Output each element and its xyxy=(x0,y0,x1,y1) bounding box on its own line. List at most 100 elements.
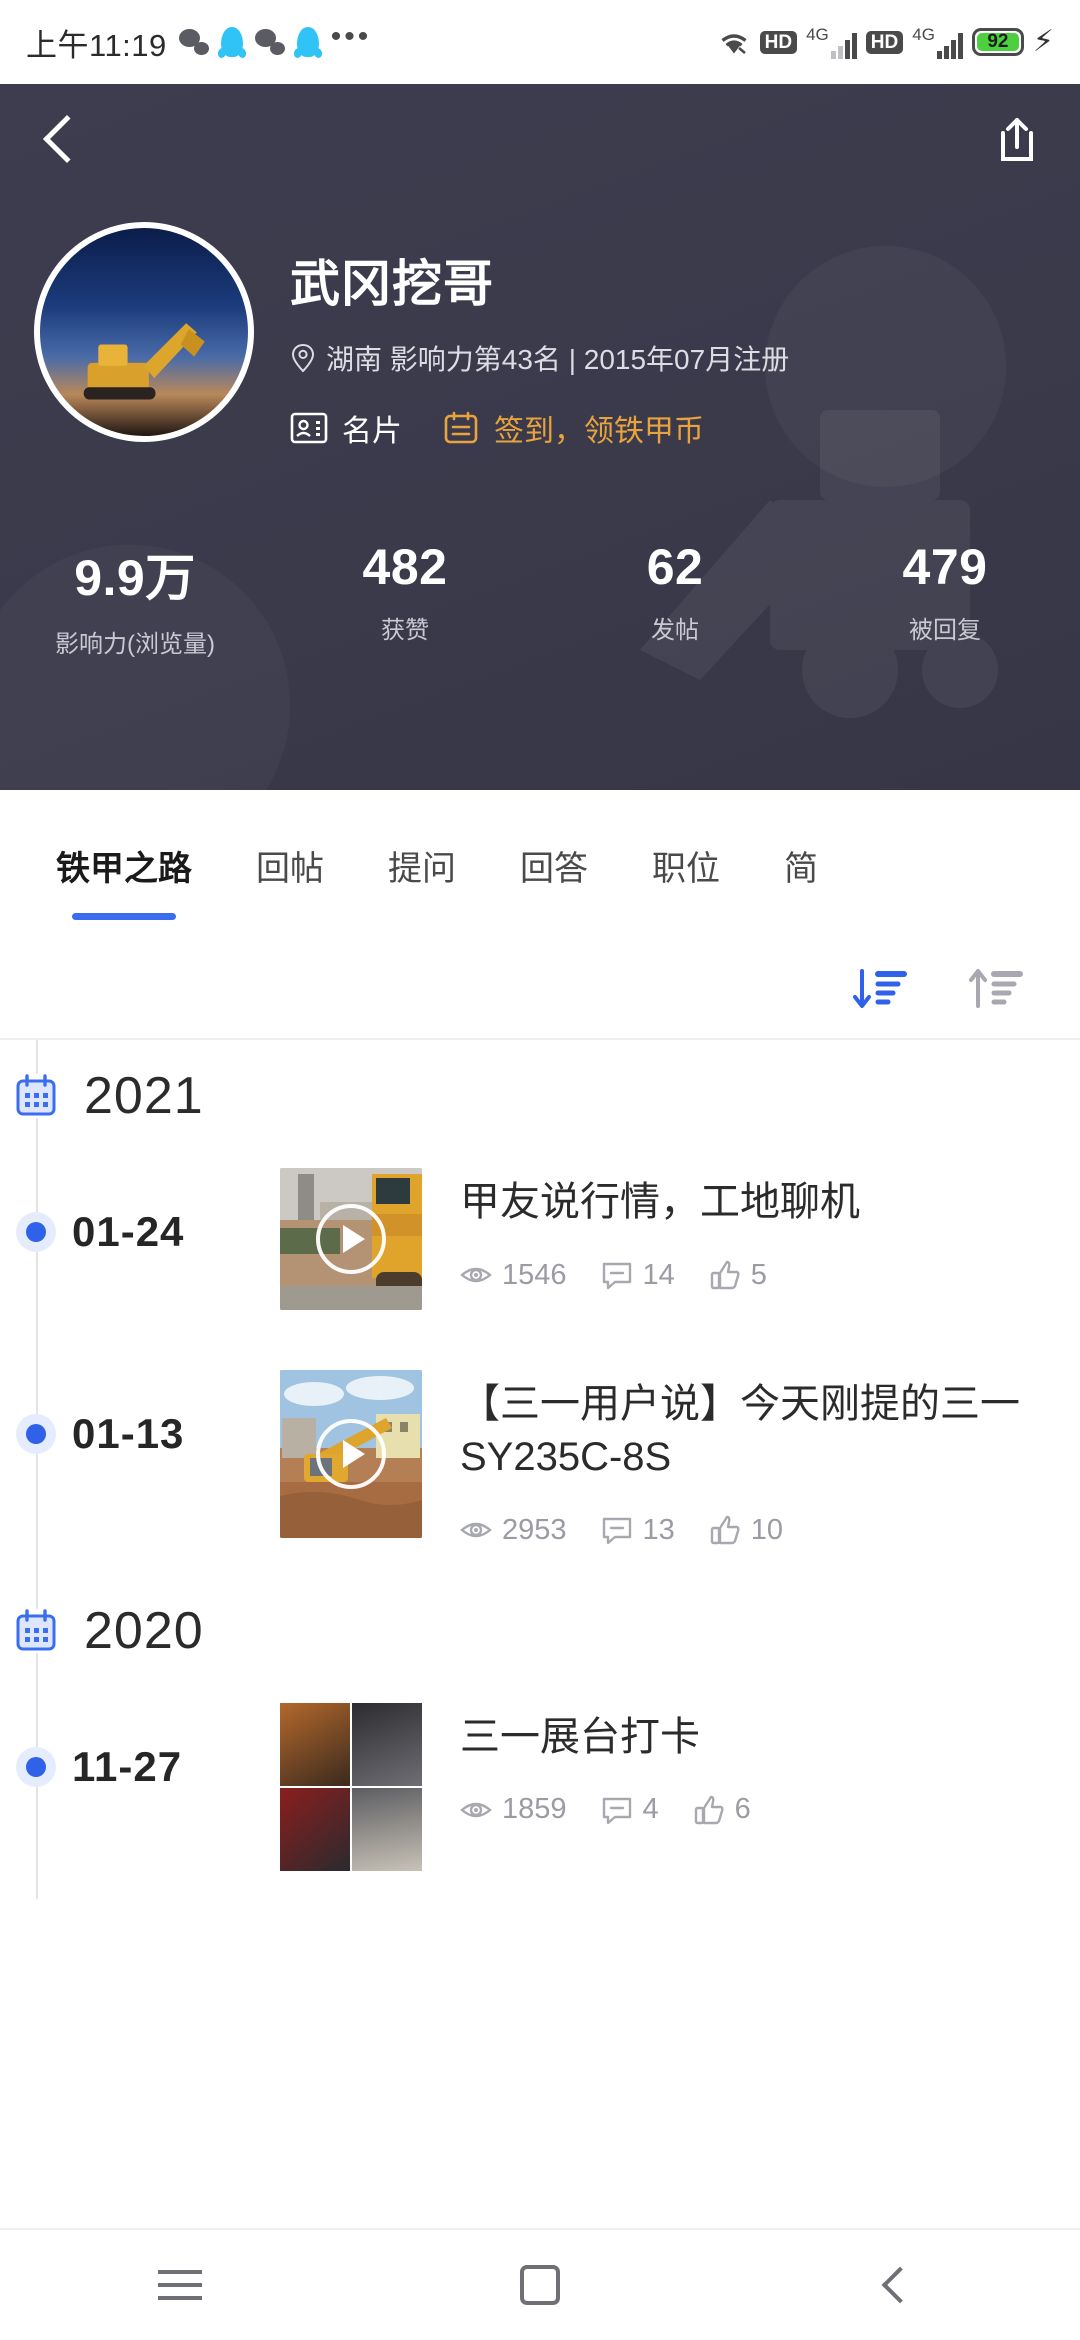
views-count: 2953 xyxy=(502,1513,567,1546)
thumbnail-image xyxy=(352,1787,422,1871)
home-square-icon xyxy=(520,2265,560,2305)
location-pin-icon xyxy=(290,343,316,373)
profile-stats-row: 9.9万 影响力(浏览量) 482 获赞 62 发帖 479 被回复 xyxy=(0,450,1080,659)
sort-descending-button[interactable] xyxy=(852,965,910,1013)
timeline-year-header: 2021 xyxy=(0,1040,1080,1136)
avatar[interactable] xyxy=(34,222,254,442)
checkin-button[interactable]: 签到，领铁甲币 xyxy=(442,406,704,450)
comments-count: 13 xyxy=(642,1513,675,1546)
sort-ascending-button[interactable] xyxy=(968,965,1026,1013)
timeline: 2021 01-24 甲友说行情，工地聊机 1546 14 5 01-13 【三… xyxy=(0,1040,1080,1899)
timeline-entry[interactable]: 01-24 甲友说行情，工地聊机 1546 14 5 xyxy=(0,1136,1080,1338)
stat-posts[interactable]: 62 发帖 xyxy=(540,538,810,659)
tab-questions[interactable]: 提问 xyxy=(356,790,488,940)
comment-icon xyxy=(602,1517,631,1545)
profile-header: 武冈挖哥 湖南 影响力第43名 | 2015年07月注册 名片 签到，领铁甲币 … xyxy=(0,84,1080,790)
timeline-year-label: 2020 xyxy=(84,1601,204,1660)
stat-value: 479 xyxy=(902,539,988,595)
signal-bars-icon xyxy=(936,32,963,59)
comment-icon xyxy=(602,1797,631,1825)
timeline-entry[interactable]: 11-27 三一展台打卡 1859 4 6 xyxy=(0,1671,1080,1899)
stat-label: 被回复 xyxy=(909,617,981,644)
timeline-entry[interactable]: 01-13 【三一用户说】今天刚提的三一SY235C-8S 2953 13 10 xyxy=(0,1338,1080,1575)
stat-label: 发帖 xyxy=(651,617,699,644)
comments-count: 14 xyxy=(642,1258,675,1291)
tab-replies[interactable]: 回帖 xyxy=(224,790,356,940)
eye-icon xyxy=(460,1802,492,1818)
system-bottom-nav xyxy=(0,2228,1080,2340)
entry-comments: 13 xyxy=(601,1514,675,1547)
likes-count: 10 xyxy=(750,1513,784,1546)
tab-label: 回答 xyxy=(520,849,588,888)
play-button-icon xyxy=(316,1204,386,1274)
signal-bars-icon xyxy=(830,32,857,59)
entry-video-thumbnail[interactable] xyxy=(280,1168,422,1310)
hd-badge-sim1: HD xyxy=(759,30,798,54)
entry-views: 1546 xyxy=(460,1259,567,1292)
entry-views: 1859 xyxy=(460,1793,567,1826)
stat-label: 获赞 xyxy=(381,617,429,644)
profile-identity-row: 武冈挖哥 湖南 影响力第43名 | 2015年07月注册 名片 签到，领铁甲币 xyxy=(0,194,1080,450)
recents-button[interactable] xyxy=(120,2230,240,2340)
checkin-label: 签到，领铁甲币 xyxy=(494,415,704,448)
entry-comments: 14 xyxy=(601,1259,675,1292)
back-chevron-icon xyxy=(42,114,92,164)
battery-indicator: 92 xyxy=(971,28,1024,56)
back-button[interactable] xyxy=(40,114,92,164)
likes-count: 5 xyxy=(750,1258,767,1291)
stat-influence[interactable]: 9.9万 影响力(浏览量) xyxy=(0,538,270,659)
tab-tiejia-road[interactable]: 铁甲之路 xyxy=(24,790,224,940)
calendar-icon xyxy=(14,1074,58,1118)
stat-value: 482 xyxy=(362,539,448,595)
battery-percent: 92 xyxy=(987,31,1009,52)
entry-likes: 10 xyxy=(709,1514,783,1547)
bolt-icon: ⚡ xyxy=(1032,25,1054,58)
home-button[interactable] xyxy=(480,2230,600,2340)
thumbnail-image xyxy=(352,1702,422,1786)
entry-comments: 4 xyxy=(601,1793,659,1826)
profile-meta-line: 湖南 影响力第43名 | 2015年07月注册 xyxy=(290,338,789,378)
qq-icon xyxy=(296,27,319,57)
tab-profile-intro[interactable]: 简 xyxy=(752,790,850,940)
tab-label: 回帖 xyxy=(256,849,324,888)
comments-count: 4 xyxy=(642,1793,659,1826)
entry-video-thumbnail[interactable] xyxy=(280,1370,422,1538)
id-card-icon xyxy=(290,411,328,445)
tab-positions[interactable]: 职位 xyxy=(620,790,752,940)
share-button[interactable] xyxy=(994,115,1040,163)
entry-photo-grid-thumbnail[interactable] xyxy=(280,1702,422,1871)
likes-count: 6 xyxy=(734,1793,751,1826)
menu-recents-icon xyxy=(158,2270,202,2300)
status-bar-right: HD 4G HD 4G 92 ⚡ xyxy=(717,26,1054,59)
stat-replies[interactable]: 479 被回复 xyxy=(810,538,1080,659)
business-card-button[interactable]: 名片 xyxy=(290,406,402,450)
system-back-button[interactable] xyxy=(840,2230,960,2340)
entry-title: 三一展台打卡 xyxy=(460,1714,700,1759)
qq-icon xyxy=(220,27,243,57)
timeline-dot-wrap xyxy=(0,1370,72,1454)
entry-date: 01-24 xyxy=(72,1208,185,1255)
views-count: 1546 xyxy=(502,1258,567,1291)
status-bar-left: 上午11:19 ••• xyxy=(26,20,371,65)
timeline-year-label: 2021 xyxy=(84,1067,204,1125)
network-label-sim2: 4G xyxy=(912,24,935,44)
user-avatar-excavator xyxy=(84,323,206,400)
tab-bar: 铁甲之路 回帖 提问 回答 职位 简 xyxy=(0,790,1080,940)
thumbs-up-icon xyxy=(694,1795,724,1825)
back-chevron-icon xyxy=(881,2266,919,2304)
timeline-dot-wrap xyxy=(0,1168,72,1252)
tab-label: 简 xyxy=(784,849,818,888)
stat-value: 62 xyxy=(646,539,704,595)
thumbnail-image xyxy=(280,1702,350,1786)
entry-text: 三一展台打卡 1859 4 6 xyxy=(422,1703,1080,1827)
network-label-sim1: 4G xyxy=(806,24,829,44)
timeline-dot xyxy=(16,1212,56,1252)
thumbs-up-icon xyxy=(710,1261,740,1290)
stat-likes[interactable]: 482 获赞 xyxy=(270,538,540,659)
eye-icon xyxy=(460,1522,492,1538)
entry-likes: 5 xyxy=(709,1259,767,1292)
entry-metrics: 1859 4 6 xyxy=(460,1793,1056,1826)
timeline-year-header: 2020 xyxy=(0,1575,1080,1671)
tab-answers[interactable]: 回答 xyxy=(488,790,620,940)
wechat-icon xyxy=(178,29,209,55)
